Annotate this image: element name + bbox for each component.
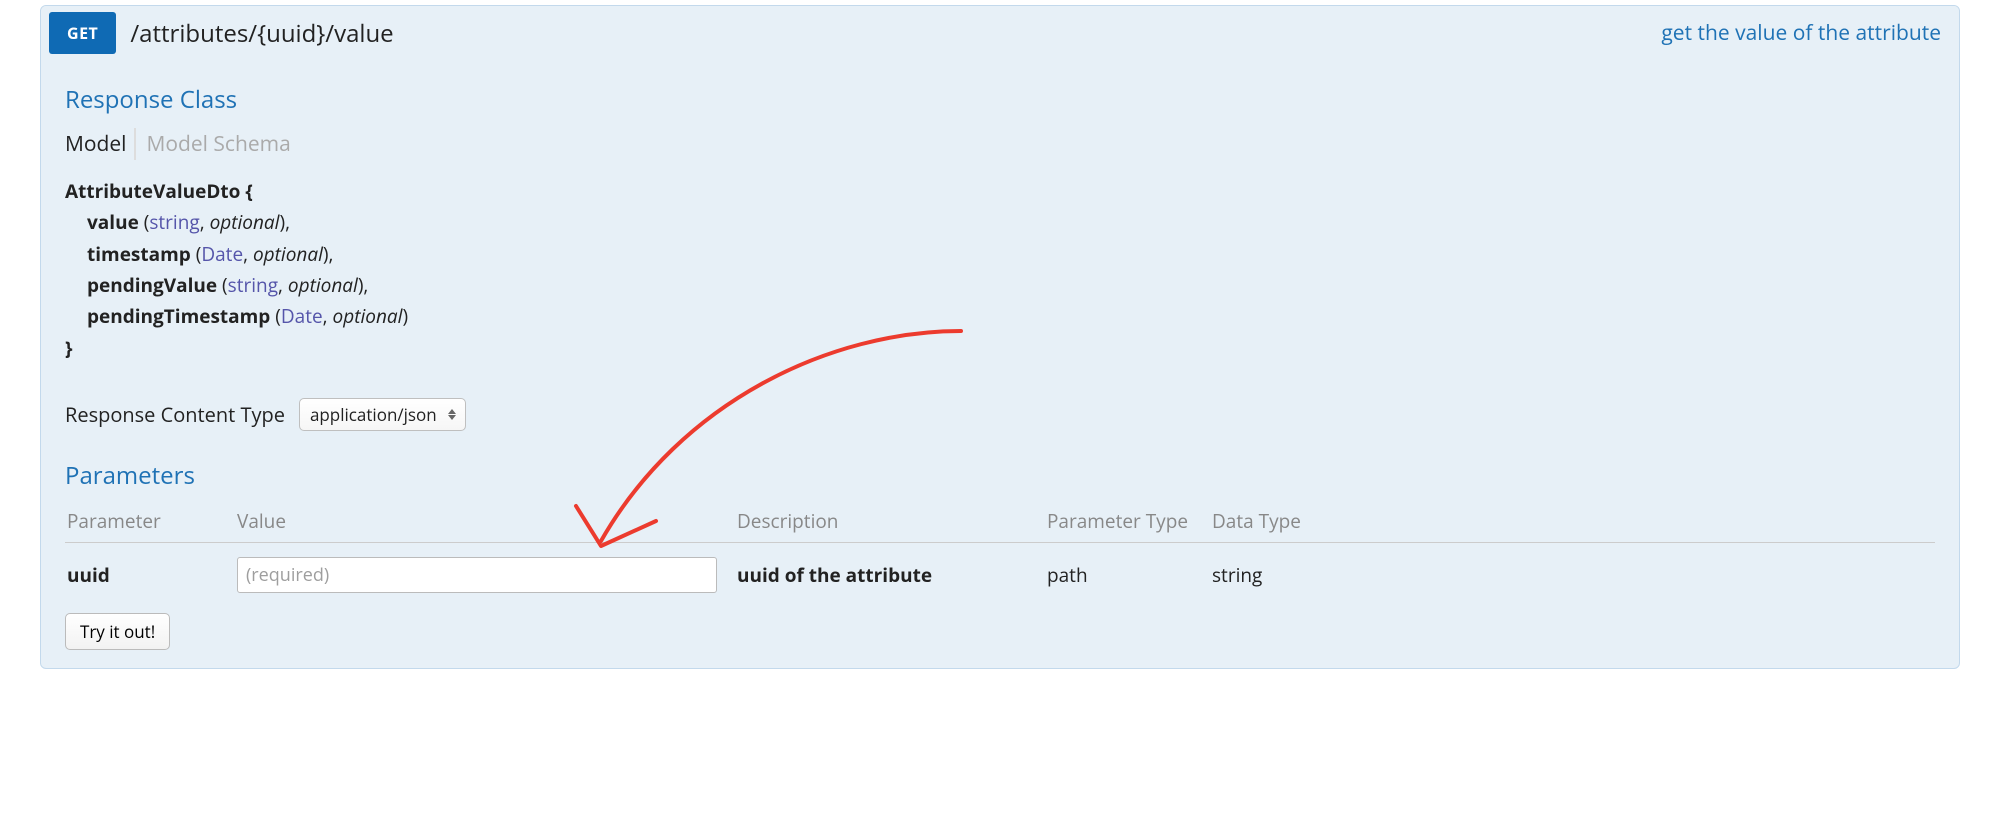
- parameters-title: Parameters: [65, 459, 1935, 492]
- tab-model-schema[interactable]: Model Schema: [134, 128, 298, 160]
- prop-type: string: [228, 272, 278, 298]
- prop-type: Date: [201, 241, 243, 267]
- prop-name: value: [87, 209, 139, 235]
- operation-header[interactable]: GET /attributes/{uuid}/value get the val…: [41, 6, 1959, 61]
- tab-model[interactable]: Model: [65, 128, 134, 160]
- prop-optional: optional: [210, 209, 280, 235]
- col-header-parameter: Parameter: [65, 504, 235, 543]
- prop-optional: optional: [253, 241, 323, 267]
- model-prop-row: timestamp (Date, optional),: [65, 239, 1935, 270]
- param-value-input[interactable]: [237, 557, 717, 593]
- model-definition: AttributeValueDto { value (string, optio…: [65, 176, 1935, 364]
- chevron-up-down-icon: [445, 406, 459, 424]
- parameters-table: Parameter Value Description Parameter Ty…: [65, 504, 1935, 607]
- operation-summary[interactable]: get the value of the attribute: [1661, 19, 1959, 47]
- prop-optional: optional: [288, 272, 358, 298]
- http-method-badge: GET: [49, 12, 116, 54]
- model-prop-row: pendingValue (string, optional),: [65, 270, 1935, 301]
- param-description: uuid of the attribute: [737, 562, 932, 588]
- col-header-value: Value: [235, 504, 735, 543]
- table-row: uuid uuid of the attribute path string: [65, 543, 1935, 608]
- response-content-type-select[interactable]: application/json: [299, 398, 466, 431]
- response-class-title: Response Class: [65, 83, 1935, 116]
- prop-name: pendingTimestamp: [87, 303, 270, 329]
- brace-open: {: [240, 178, 252, 204]
- response-content-type-row: Response Content Type application/json: [65, 398, 1935, 431]
- select-value: application/json: [310, 403, 437, 426]
- model-name: AttributeValueDto: [65, 178, 240, 204]
- model-tabs: Model Model Schema: [65, 128, 1935, 160]
- response-content-type-label: Response Content Type: [65, 401, 285, 428]
- model-prop-row: pendingTimestamp (Date, optional): [65, 301, 1935, 332]
- model-prop-row: value (string, optional),: [65, 207, 1935, 238]
- try-it-out-button[interactable]: Try it out!: [65, 613, 170, 650]
- param-type: path: [1047, 562, 1088, 588]
- prop-type: string: [149, 209, 199, 235]
- operation-panel: GET /attributes/{uuid}/value get the val…: [40, 5, 1960, 669]
- prop-name: timestamp: [87, 241, 191, 267]
- prop-optional: optional: [333, 303, 403, 329]
- col-header-parameter-type: Parameter Type: [1045, 504, 1210, 543]
- brace-close: }: [65, 333, 1935, 364]
- param-name: uuid: [67, 562, 110, 588]
- prop-type: Date: [281, 303, 323, 329]
- col-header-data-type: Data Type: [1210, 504, 1935, 543]
- prop-name: pendingValue: [87, 272, 217, 298]
- operation-body: Response Class Model Model Schema Attrib…: [41, 61, 1959, 668]
- param-data-type: string: [1212, 562, 1262, 588]
- endpoint-path[interactable]: /attributes/{uuid}/value: [124, 17, 393, 50]
- col-header-description: Description: [735, 504, 1045, 543]
